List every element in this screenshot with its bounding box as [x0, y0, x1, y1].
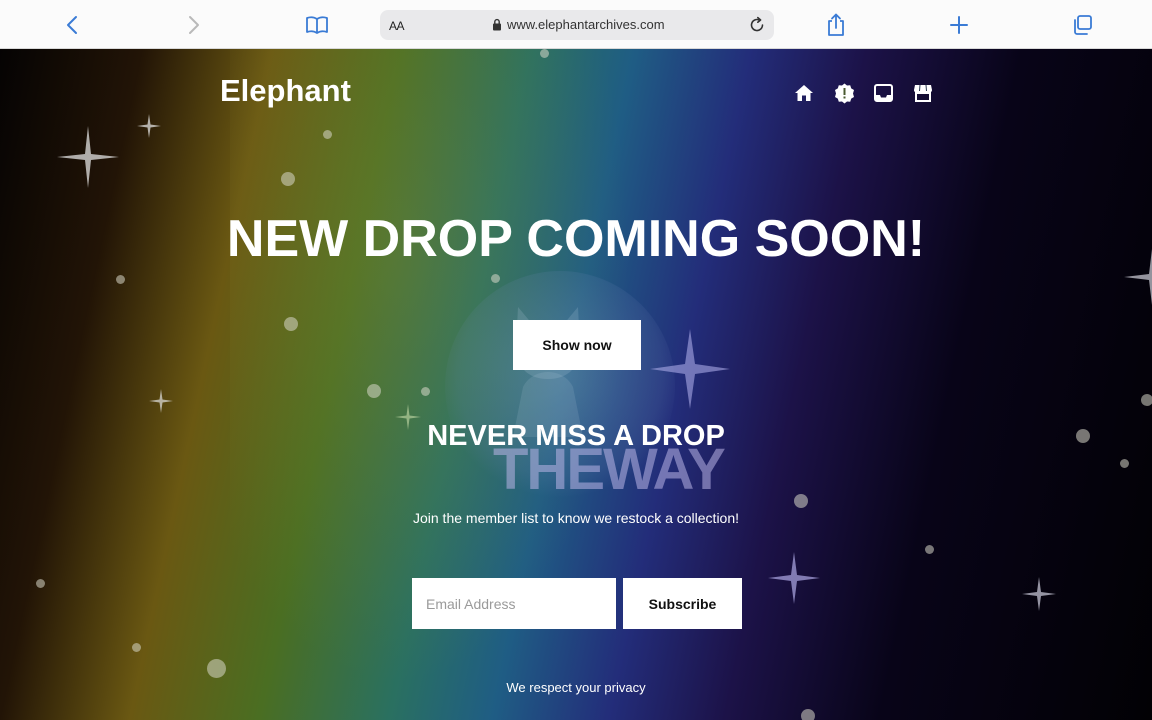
lock-icon — [492, 18, 502, 36]
sparkle-icon — [768, 552, 820, 604]
forward-icon[interactable] — [177, 8, 211, 42]
newsletter-description: Join the member list to know we restock … — [412, 510, 740, 526]
background-dot — [132, 643, 141, 652]
bookmarks-icon[interactable] — [300, 8, 334, 42]
store-icon[interactable] — [912, 82, 934, 104]
sparkle-icon — [149, 389, 173, 413]
tabs-icon[interactable] — [1065, 8, 1099, 42]
background-dot — [540, 49, 549, 58]
sparkle-icon — [137, 114, 161, 138]
address-bar[interactable]: AA www.elephantarchives.com — [380, 10, 774, 40]
share-icon[interactable] — [819, 8, 853, 42]
subscribe-button[interactable]: Subscribe — [623, 578, 742, 629]
page-content: THEWAY Elephant NEW DROP COMING SOON! Sh… — [0, 49, 1152, 720]
reader-aa-button[interactable]: AA — [389, 19, 405, 33]
background-dot — [491, 274, 500, 283]
background-dot — [207, 659, 226, 678]
newsletter-title: NEVER MISS A DROP — [427, 420, 725, 452]
reload-icon[interactable] — [746, 14, 768, 36]
alert-badge-icon[interactable] — [833, 82, 855, 104]
background-dot — [116, 275, 125, 284]
background-dot — [323, 130, 332, 139]
sparkle-icon — [1022, 577, 1056, 611]
sparkle-icon — [650, 329, 730, 409]
background-dot — [1141, 394, 1152, 406]
background-dot — [284, 317, 298, 331]
url-text: www.elephantarchives.com — [507, 17, 665, 32]
site-logo[interactable]: Elephant — [220, 73, 351, 109]
privacy-note: We respect your privacy — [506, 680, 646, 695]
back-icon[interactable] — [55, 8, 89, 42]
background-dot — [925, 545, 934, 554]
home-icon[interactable] — [793, 82, 815, 104]
show-now-button[interactable]: Show now — [513, 320, 641, 370]
background-dot — [1120, 459, 1129, 468]
email-field[interactable] — [412, 578, 616, 629]
inbox-icon[interactable] — [872, 82, 894, 104]
hero-headline: NEW DROP COMING SOON! — [226, 210, 926, 268]
background-dot — [281, 172, 295, 186]
sparkle-icon — [57, 126, 119, 188]
background-dot — [421, 387, 430, 396]
background-dot — [36, 579, 45, 588]
background-dot — [801, 709, 815, 720]
background-dot — [794, 494, 808, 508]
browser-toolbar: AA www.elephantarchives.com — [0, 0, 1152, 49]
new-tab-icon[interactable] — [942, 8, 976, 42]
background-dot — [367, 384, 381, 398]
